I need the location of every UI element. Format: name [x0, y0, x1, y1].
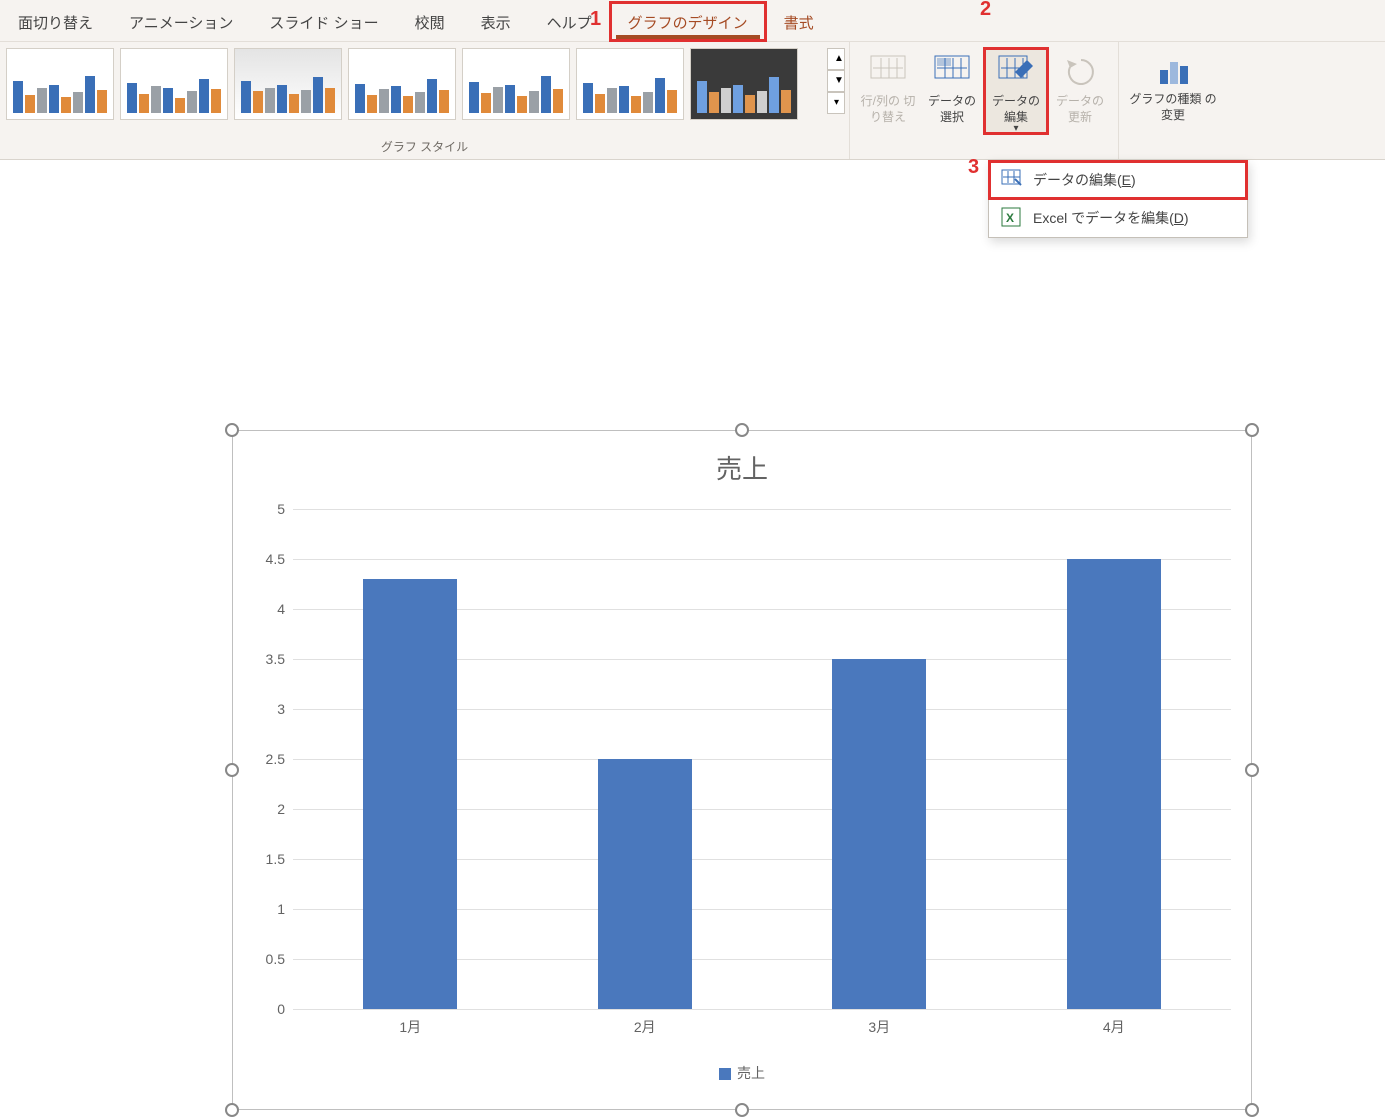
- selection-handle[interactable]: [735, 1103, 749, 1117]
- chart-y-tick: 4: [245, 601, 285, 617]
- legend-label: 売上: [737, 1065, 765, 1081]
- annotation-1: 1: [590, 8, 601, 31]
- chart-style-scroll-down[interactable]: ▼: [827, 70, 845, 92]
- chart-style-thumb[interactable]: [6, 48, 114, 120]
- chart-y-tick: 3.5: [245, 651, 285, 667]
- chart-style-scroll: ▲ ▼ ▾: [827, 48, 845, 114]
- chart-style-more[interactable]: ▾: [827, 92, 845, 114]
- chart-y-tick: 1: [245, 901, 285, 917]
- tab-review[interactable]: 校閲: [397, 2, 463, 41]
- chart-x-tick: 4月: [997, 1017, 1232, 1037]
- tab-transitions[interactable]: 面切り替え: [0, 2, 111, 41]
- tab-animation[interactable]: アニメーション: [111, 2, 251, 41]
- chart-object[interactable]: 売上 00.511.522.533.544.551月2月3月4月 売上: [232, 430, 1252, 1110]
- chart-y-tick: 4.5: [245, 551, 285, 567]
- chart-style-thumb[interactable]: [576, 48, 684, 120]
- chart-x-tick: 3月: [762, 1017, 997, 1037]
- chevron-down-icon: ▾: [1013, 123, 1018, 134]
- chart-bar[interactable]: [598, 759, 692, 1009]
- select-data-icon: [933, 54, 971, 92]
- annotation-2: 2: [980, 0, 991, 21]
- chart-style-thumb[interactable]: [120, 48, 228, 120]
- slide-canvas: 売上 00.511.522.533.544.551月2月3月4月 売上: [0, 160, 1385, 1055]
- switch-row-col-button: 行/列の 切り替え: [856, 48, 920, 125]
- edit-data-icon: [1001, 169, 1023, 191]
- chart-bar[interactable]: [1067, 559, 1161, 1009]
- menuitem-edit-data[interactable]: データの編集(E): [989, 161, 1247, 199]
- menuitem-label: Excel でデータを編集(D): [1033, 208, 1189, 228]
- refresh-data-button: データの 更新: [1048, 48, 1112, 125]
- chart-box: 売上 00.511.522.533.544.551月2月3月4月 売上: [232, 430, 1252, 1110]
- chart-styles-label: グラフ スタイル: [6, 136, 843, 159]
- tab-slideshow[interactable]: スライド ショー: [251, 2, 396, 41]
- switch-row-col-icon: [869, 54, 907, 92]
- chart-styles-group: ▲ ▼ ▾ グラフ スタイル: [0, 42, 850, 159]
- chart-bar[interactable]: [832, 659, 926, 1009]
- chart-style-thumb[interactable]: [690, 48, 798, 120]
- selection-handle[interactable]: [225, 1103, 239, 1117]
- chart-style-thumb[interactable]: [348, 48, 456, 120]
- chart-gridline: [293, 509, 1231, 510]
- selection-handle[interactable]: [1245, 763, 1259, 777]
- chart-plot-area: 00.511.522.533.544.551月2月3月4月: [293, 509, 1231, 1009]
- chart-gridline: [293, 1009, 1231, 1010]
- edit-data-icon: [997, 54, 1035, 92]
- chart-y-tick: 2: [245, 801, 285, 817]
- chart-y-tick: 1.5: [245, 851, 285, 867]
- chart-title: 売上: [233, 431, 1251, 492]
- chart-y-tick: 0: [245, 1001, 285, 1017]
- selection-handle[interactable]: [1245, 423, 1259, 437]
- annotation-3: 3: [968, 156, 979, 179]
- selection-handle[interactable]: [225, 423, 239, 437]
- chart-style-thumb[interactable]: [462, 48, 570, 120]
- chart-bar[interactable]: [363, 579, 457, 1009]
- menuitem-edit-in-excel[interactable]: X Excel でデータを編集(D): [989, 199, 1247, 237]
- tab-view[interactable]: 表示: [463, 2, 529, 41]
- selection-handle[interactable]: [1245, 1103, 1259, 1117]
- selection-handle[interactable]: [225, 763, 239, 777]
- ribbon-tabstrip: 面切り替え アニメーション スライド ショー 校閲 表示 ヘルプ 1 グラフのデ…: [0, 0, 1385, 42]
- change-chart-type-icon: [1154, 52, 1192, 90]
- chart-y-tick: 5: [245, 501, 285, 517]
- select-data-button[interactable]: データの 選択: [920, 48, 984, 125]
- chart-style-thumb[interactable]: [234, 48, 342, 120]
- menuitem-label: データの編集(E): [1033, 170, 1136, 190]
- tab-chart-design[interactable]: グラフのデザイン: [610, 2, 766, 41]
- chart-y-tick: 2.5: [245, 751, 285, 767]
- refresh-icon: [1061, 54, 1099, 92]
- chart-x-tick: 1月: [293, 1017, 528, 1037]
- selection-handle[interactable]: [735, 423, 749, 437]
- ribbon-body: ▲ ▼ ▾ グラフ スタイル 行/列の 切り替え データの 選択 データの 編集…: [0, 42, 1385, 160]
- svg-text:X: X: [1006, 211, 1014, 225]
- chart-legend: 売上: [233, 1063, 1251, 1083]
- tab-format[interactable]: 書式: [766, 2, 832, 41]
- excel-icon: X: [1001, 207, 1023, 229]
- chart-y-tick: 0.5: [245, 951, 285, 967]
- chart-x-tick: 2月: [528, 1017, 763, 1037]
- legend-swatch: [719, 1068, 731, 1080]
- edit-data-button[interactable]: データの 編集 ▾: [984, 48, 1048, 134]
- change-chart-type-button[interactable]: グラフの種類 の変更: [1125, 46, 1221, 123]
- chart-style-scroll-up[interactable]: ▲: [827, 48, 845, 70]
- edit-data-dropdown: データの編集(E) X Excel でデータを編集(D): [988, 160, 1248, 238]
- chart-y-tick: 3: [245, 701, 285, 717]
